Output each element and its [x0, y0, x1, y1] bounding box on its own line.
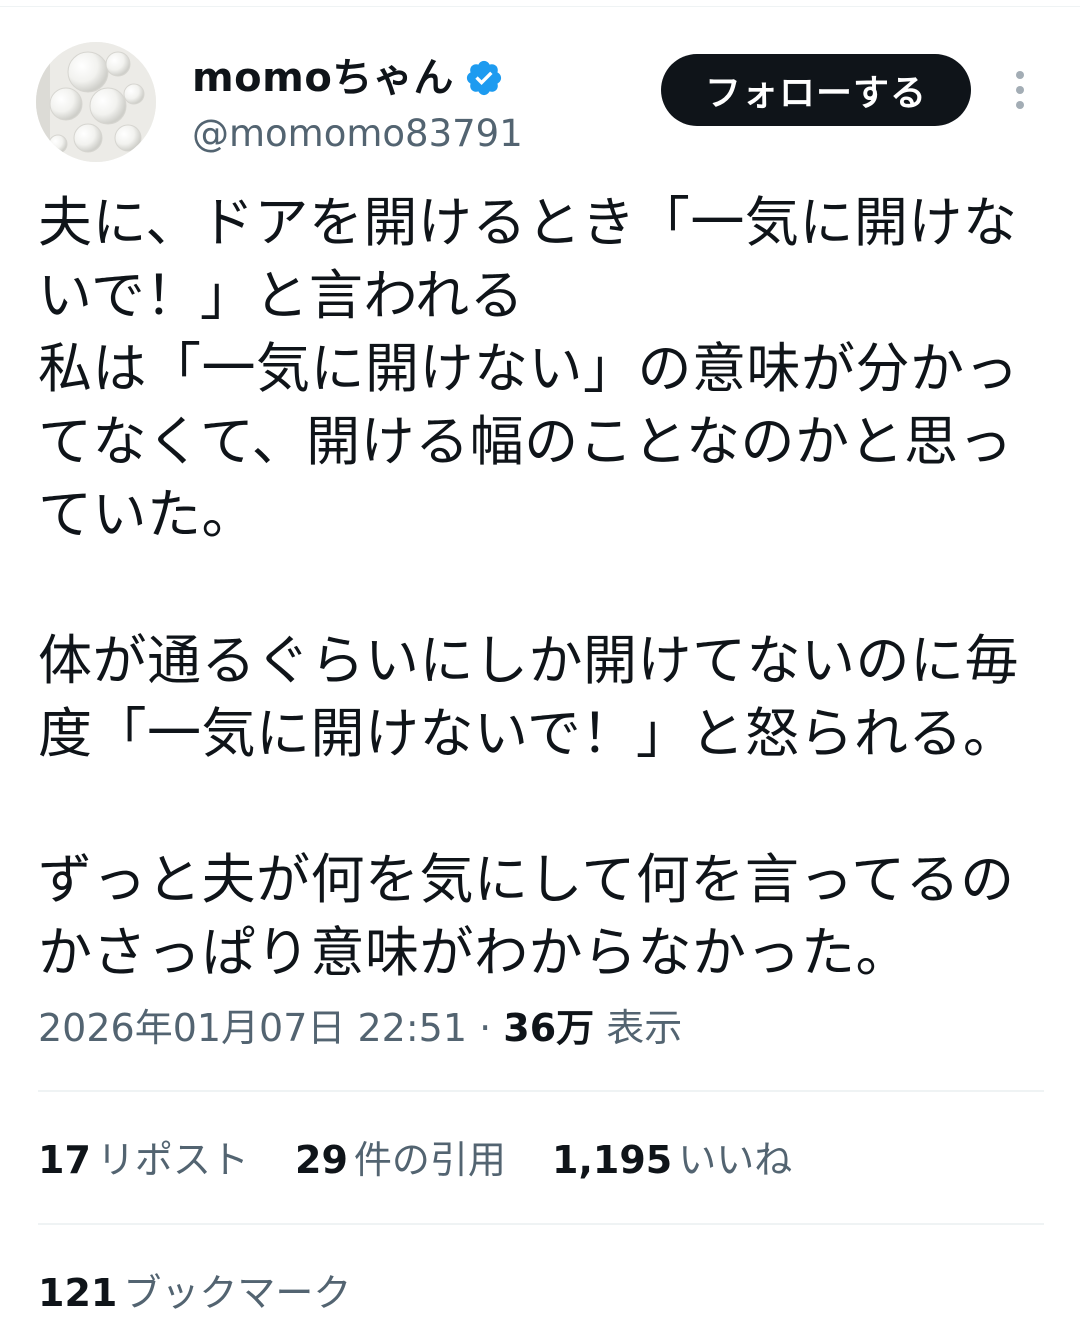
bookmarks-count: 121 — [38, 1271, 118, 1315]
verified-badge-icon[interactable] — [464, 58, 504, 98]
top-divider — [0, 6, 1080, 7]
reposts-count: 17 — [38, 1138, 91, 1182]
views-label: 表示 — [606, 1006, 683, 1050]
more-options-icon[interactable] — [1000, 68, 1040, 112]
avatar-image — [36, 42, 156, 162]
user-handle[interactable]: @momomo83791 — [192, 108, 523, 160]
bookmarks-label: ブックマーク — [123, 1271, 352, 1315]
engagement-stats: 17 リポスト 29 件の引用 1,195 いいね — [38, 1132, 826, 1188]
quotes-label: 件の引用 — [353, 1138, 506, 1182]
quotes-count: 29 — [295, 1138, 348, 1182]
display-name-row: momoちゃん — [192, 50, 523, 106]
quotes-stat[interactable]: 29 件の引用 — [295, 1132, 506, 1188]
tweet-meta: 2026年01月07日 22:51 · 36万 表示 — [38, 1000, 682, 1056]
bookmarks-stat[interactable]: 121 ブックマーク — [38, 1265, 385, 1321]
tweet-timestamp[interactable]: 2026年01月07日 22:51 — [38, 1006, 467, 1050]
reposts-label: リポスト — [96, 1138, 249, 1182]
tweet-paragraph: 体が通るぐらいにしか開けてないのに毎度「一気に開けないで！」と怒られる。 — [38, 629, 1019, 765]
divider — [38, 1223, 1044, 1225]
tweet-header: momoちゃん @momomo83791 フォローする — [36, 42, 1046, 162]
avatar[interactable] — [36, 42, 156, 162]
tweet-paragraph: 夫に、ドアを開けるとき「一気に開けないで！」と言われる 私は「一気に開けない」の… — [38, 191, 1019, 546]
reposts-stat[interactable]: 17 リポスト — [38, 1132, 249, 1188]
likes-count: 1,195 — [552, 1138, 673, 1182]
tweet-text: 夫に、ドアを開けるとき「一気に開けないで！」と言われる 私は「一気に開けない」の… — [38, 186, 1038, 989]
display-name[interactable]: momoちゃん — [192, 50, 454, 106]
views-count: 36万 — [503, 1006, 595, 1050]
divider — [38, 1090, 1044, 1092]
user-info: momoちゃん @momomo83791 — [192, 50, 523, 160]
meta-separator: · — [479, 1006, 492, 1050]
tweet-paragraph: ずっと夫が何を気にして何を言ってるのかさっぱり意味がわからなかった。 — [38, 848, 1015, 984]
likes-stat[interactable]: 1,195 いいね — [552, 1132, 792, 1188]
follow-button[interactable]: フォローする — [661, 54, 971, 126]
likes-label: いいね — [678, 1138, 793, 1182]
